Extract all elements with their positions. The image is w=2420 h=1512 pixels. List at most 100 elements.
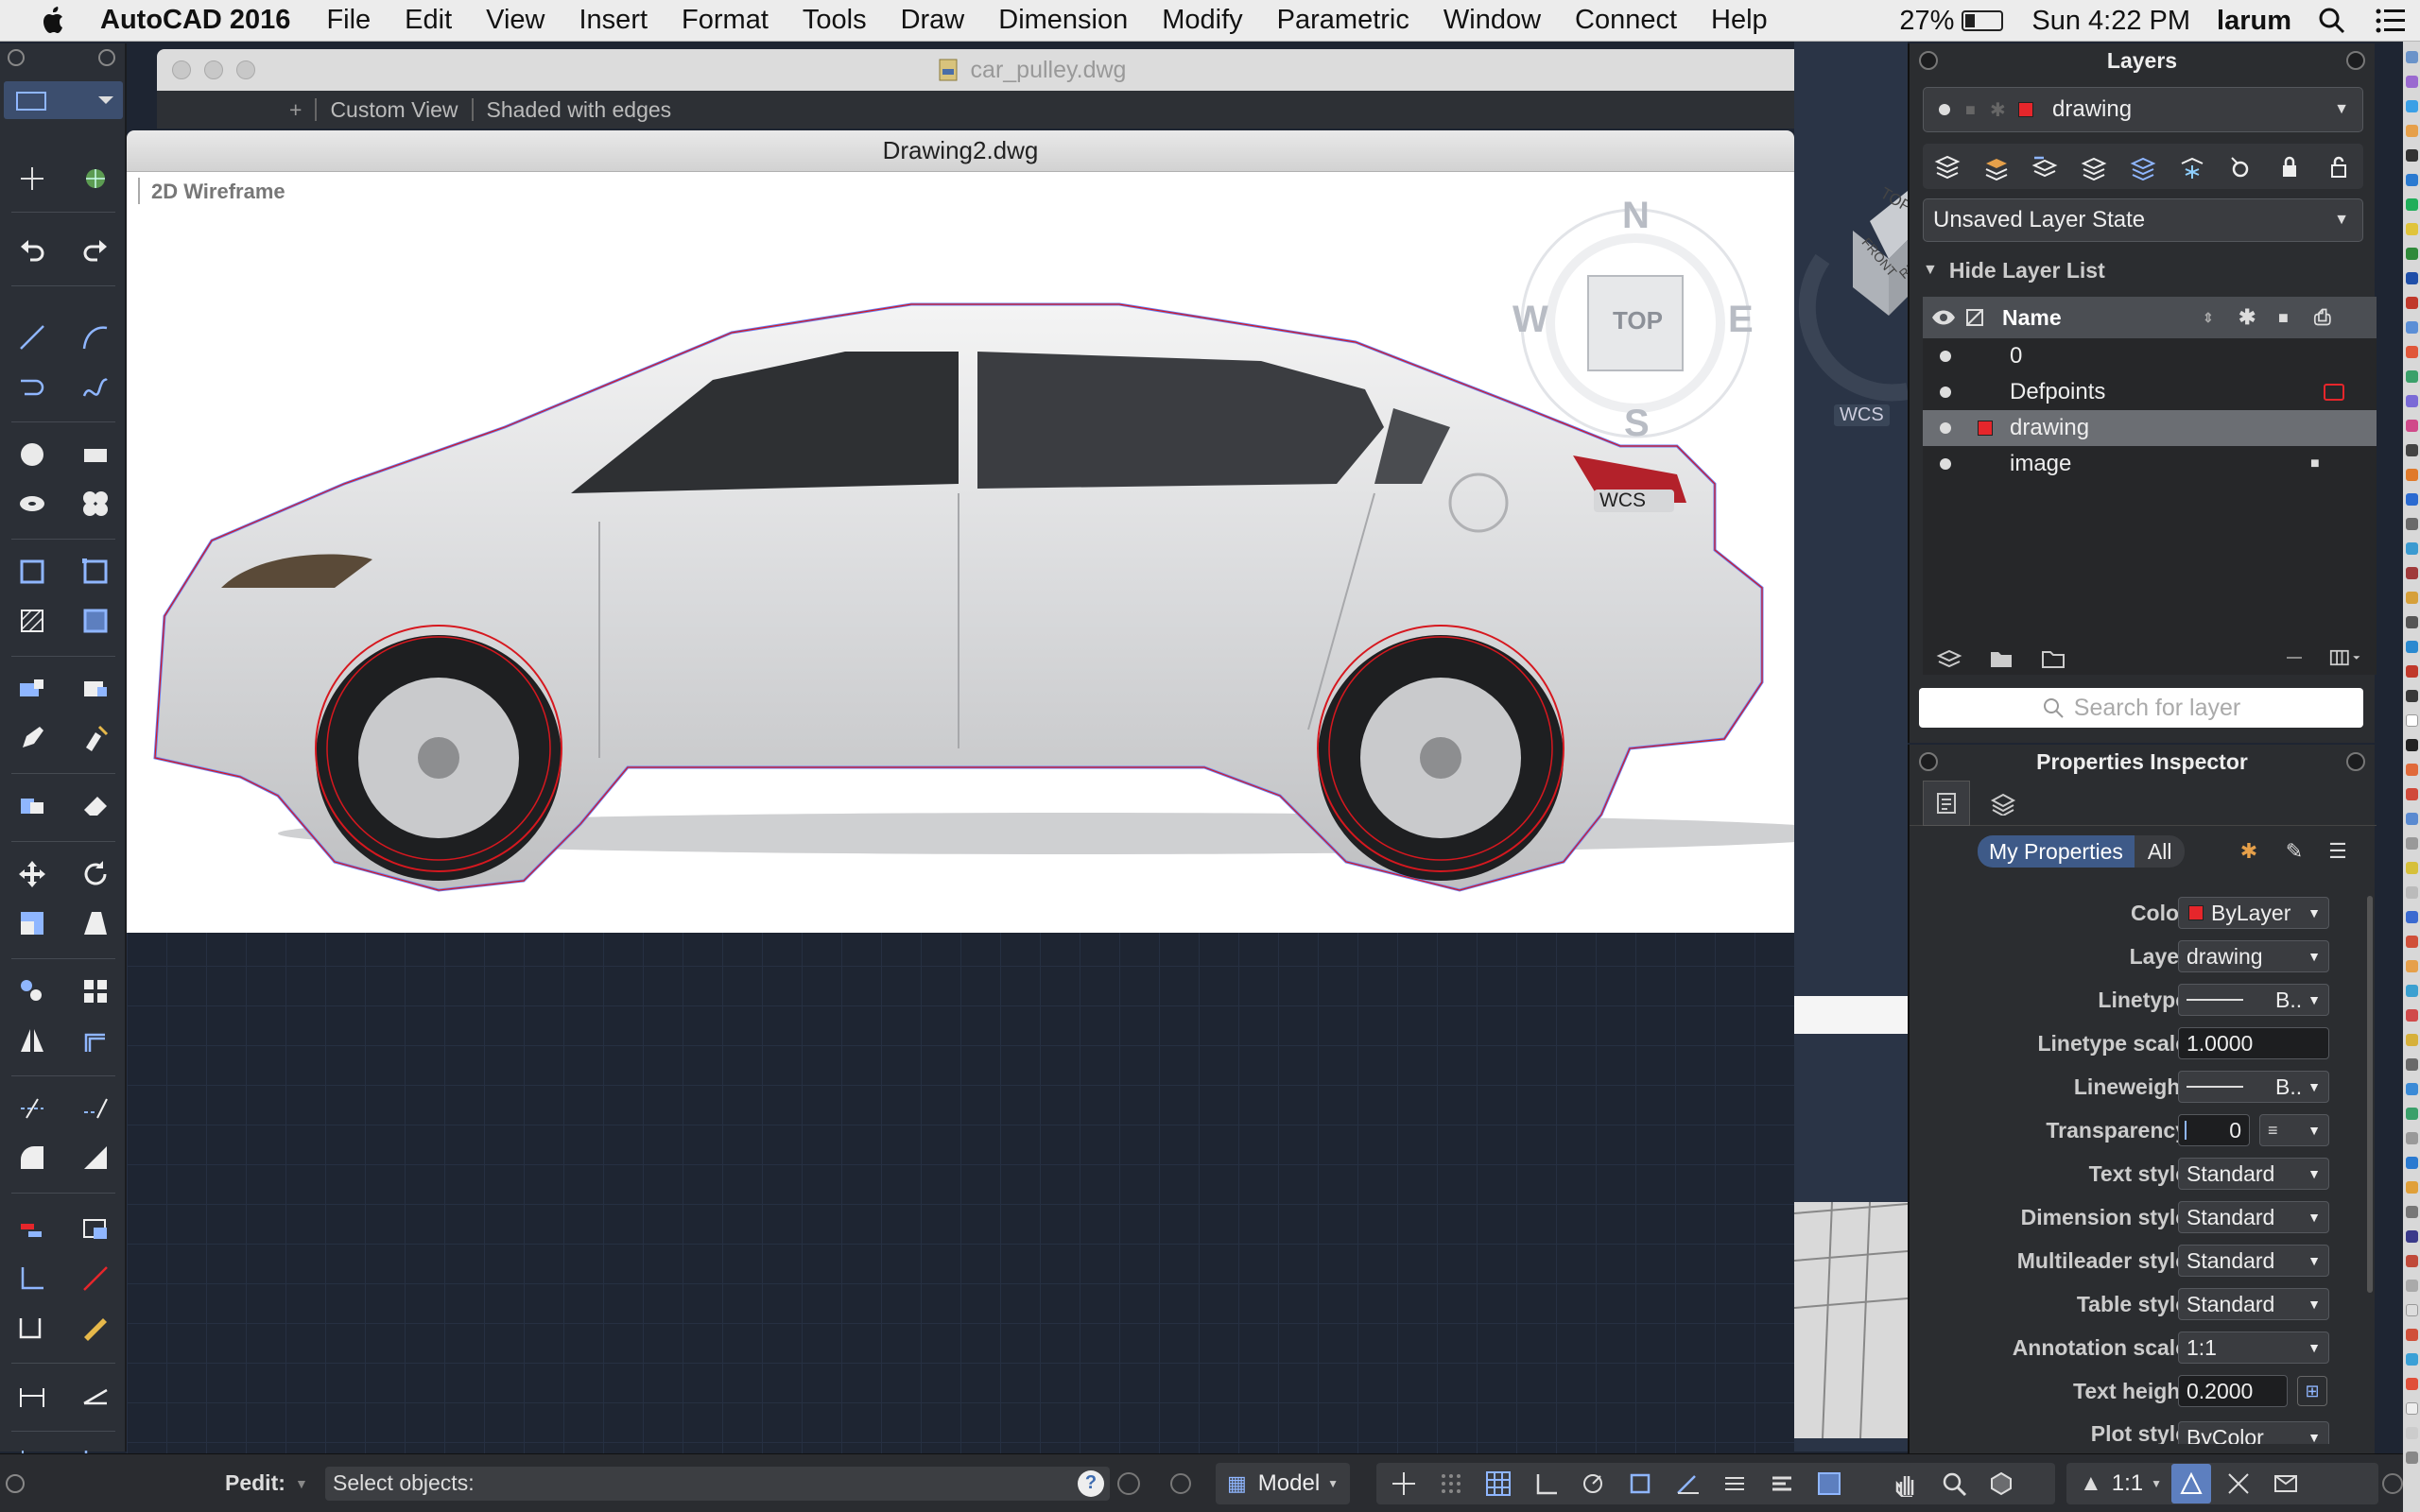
- linetype-scale-input[interactable]: 1.0000: [2178, 1027, 2329, 1059]
- text-height-pick-icon[interactable]: ⊞: [2297, 1376, 2327, 1406]
- properties-close-icon[interactable]: [1919, 752, 1938, 771]
- layout-grid-icon[interactable]: ▦: [1227, 1471, 1247, 1496]
- extend-icon[interactable]: [78, 1091, 113, 1126]
- dock-app-icon[interactable]: [2406, 1353, 2418, 1366]
- dimension-style-dropdown[interactable]: Standard ▼: [2178, 1201, 2329, 1233]
- dock-app-icon[interactable]: [2406, 321, 2418, 334]
- zoom-button[interactable]: [236, 60, 255, 79]
- help-icon[interactable]: ?: [1078, 1469, 1104, 1497]
- menu-modify[interactable]: Modify: [1162, 5, 1242, 36]
- layer-row-drawing[interactable]: drawing: [1923, 410, 2377, 446]
- dock-app-icon[interactable]: [2406, 1206, 2418, 1218]
- table-style-dropdown[interactable]: Standard ▼: [2178, 1288, 2329, 1320]
- dock-app-icon[interactable]: [2406, 542, 2418, 555]
- isometric-icon[interactable]: [1620, 1464, 1660, 1503]
- palette-close-icon[interactable]: [8, 49, 25, 66]
- customize-properties-icon[interactable]: ☰: [2324, 835, 2352, 868]
- car-image[interactable]: 2D Wireframe N S E W TOP WCS: [127, 172, 1866, 933]
- fillet-icon[interactable]: [14, 1140, 50, 1176]
- annotation-scale[interactable]: 1:1: [2112, 1470, 2143, 1497]
- annotation-autoscale-icon[interactable]: [2171, 1463, 2212, 1503]
- multileader-style-dropdown[interactable]: Standard ▼: [2178, 1245, 2329, 1277]
- name-column-header[interactable]: Name: [2002, 305, 2062, 331]
- right-ucs-label[interactable]: WCS: [1834, 404, 1890, 426]
- layer-off-icon[interactable]: [2223, 149, 2257, 183]
- properties-scrollbar[interactable]: [2367, 896, 2373, 1293]
- layer-properties-icon[interactable]: [1930, 149, 1964, 183]
- dock-app-icon[interactable]: [2406, 1427, 2418, 1439]
- viewcube-south[interactable]: S: [1624, 403, 1650, 445]
- drawing-canvas[interactable]: 2D Wireframe N S E W TOP WCS: [127, 172, 1866, 1453]
- status-customize-icon[interactable]: [2382, 1472, 2403, 1494]
- offset-icon[interactable]: [78, 1022, 113, 1058]
- dock-app-icon[interactable]: [2406, 223, 2418, 235]
- layer-color-swatch[interactable]: [1978, 421, 1993, 436]
- layer-unisolate-icon[interactable]: [2126, 149, 2160, 183]
- orbit-icon[interactable]: [1981, 1464, 2021, 1503]
- dock-app-icon[interactable]: [2406, 813, 2418, 825]
- text-height-input[interactable]: 0.2000: [2178, 1375, 2288, 1407]
- menu-dimension[interactable]: Dimension: [998, 5, 1128, 36]
- dock-app-icon[interactable]: [2406, 272, 2418, 284]
- dock-app-icon[interactable]: [2406, 1280, 2418, 1292]
- dock-app-icon[interactable]: [2406, 469, 2418, 481]
- mirror-icon[interactable]: [14, 1022, 50, 1058]
- menu-connect[interactable]: Connect: [1575, 5, 1677, 36]
- table-tool-icon[interactable]: [78, 671, 113, 707]
- battery-icon[interactable]: [1962, 10, 2004, 31]
- clean-screen-icon[interactable]: [2266, 1464, 2306, 1503]
- dock-app-icon[interactable]: [2406, 911, 2418, 923]
- linear-dimension-icon[interactable]: [14, 1378, 50, 1414]
- layer-row-defpoints[interactable]: Defpoints: [1923, 374, 2377, 410]
- crosshair-icon[interactable]: [14, 161, 50, 197]
- chevron-down-icon[interactable]: ▼: [2151, 1477, 2162, 1490]
- layer-row-0[interactable]: 0: [1923, 338, 2377, 374]
- snap-grid-icon[interactable]: [1431, 1464, 1471, 1503]
- dock-app-icon[interactable]: [2406, 1132, 2418, 1144]
- dock-app-icon[interactable]: [2406, 1402, 2418, 1415]
- command-close-icon[interactable]: [6, 1473, 25, 1493]
- workspace-switch-icon[interactable]: [2219, 1464, 2258, 1503]
- dock-app-icon[interactable]: [2406, 444, 2418, 456]
- layer-state-dropdown[interactable]: Unsaved Layer State ▼: [1923, 198, 2363, 242]
- match-properties-icon[interactable]: [78, 720, 113, 756]
- pencil-icon[interactable]: [14, 720, 50, 756]
- region-tool-icon[interactable]: [78, 554, 113, 590]
- pan-hand-icon[interactable]: [1887, 1464, 1927, 1503]
- dock-app-icon[interactable]: [2406, 714, 2418, 727]
- join-icon[interactable]: [14, 1310, 50, 1346]
- object-snap-icon[interactable]: [1668, 1464, 1707, 1503]
- dock-app-icon[interactable]: [2406, 616, 2418, 628]
- dock-app-icon[interactable]: [2406, 395, 2418, 407]
- current-layer-dropdown[interactable]: ■ ✱ drawing ▼: [1923, 87, 2363, 132]
- scale-icon[interactable]: [14, 905, 50, 941]
- dock-app-icon[interactable]: [2406, 1181, 2418, 1194]
- transparency-icon[interactable]: [1762, 1464, 1802, 1503]
- dock-app-icon[interactable]: [2406, 985, 2418, 997]
- new-layer-icon[interactable]: [1932, 641, 1965, 675]
- dock-app-icon[interactable]: [2406, 665, 2418, 678]
- no-plot-icon[interactable]: [2324, 384, 2344, 401]
- dock-app-icon[interactable]: [2406, 936, 2418, 948]
- globe-icon[interactable]: [78, 161, 113, 197]
- image-frame-icon[interactable]: [78, 1211, 113, 1247]
- menu-view[interactable]: View: [486, 5, 544, 36]
- viewcube-north[interactable]: N: [1622, 195, 1650, 237]
- hide-layer-list-toggle[interactable]: ▼ Hide Layer List: [1923, 253, 2105, 287]
- pick-object-icon[interactable]: ✎: [2280, 835, 2308, 868]
- annotation-visibility-icon[interactable]: ▲: [2080, 1470, 2102, 1497]
- menu-insert[interactable]: Insert: [579, 5, 648, 36]
- dock-app-icon[interactable]: [2406, 125, 2418, 137]
- torus-icon[interactable]: [14, 486, 50, 522]
- layer-unlock-icon[interactable]: [2322, 149, 2356, 183]
- rotate-icon[interactable]: [78, 856, 113, 892]
- transparency-input[interactable]: 0: [2178, 1114, 2250, 1146]
- layer-isolate-icon[interactable]: [2077, 149, 2111, 183]
- plot-style-dropdown[interactable]: ByColor ▼: [2178, 1421, 2329, 1444]
- color-dropdown[interactable]: ByLayer ▼: [2178, 897, 2329, 929]
- locked-icon[interactable]: ■: [2310, 455, 2320, 472]
- dock-app-icon[interactable]: [2406, 76, 2418, 88]
- dock-app-icon[interactable]: [2406, 1009, 2418, 1022]
- menu-file[interactable]: File: [326, 5, 371, 36]
- break-icon[interactable]: [78, 1261, 113, 1297]
